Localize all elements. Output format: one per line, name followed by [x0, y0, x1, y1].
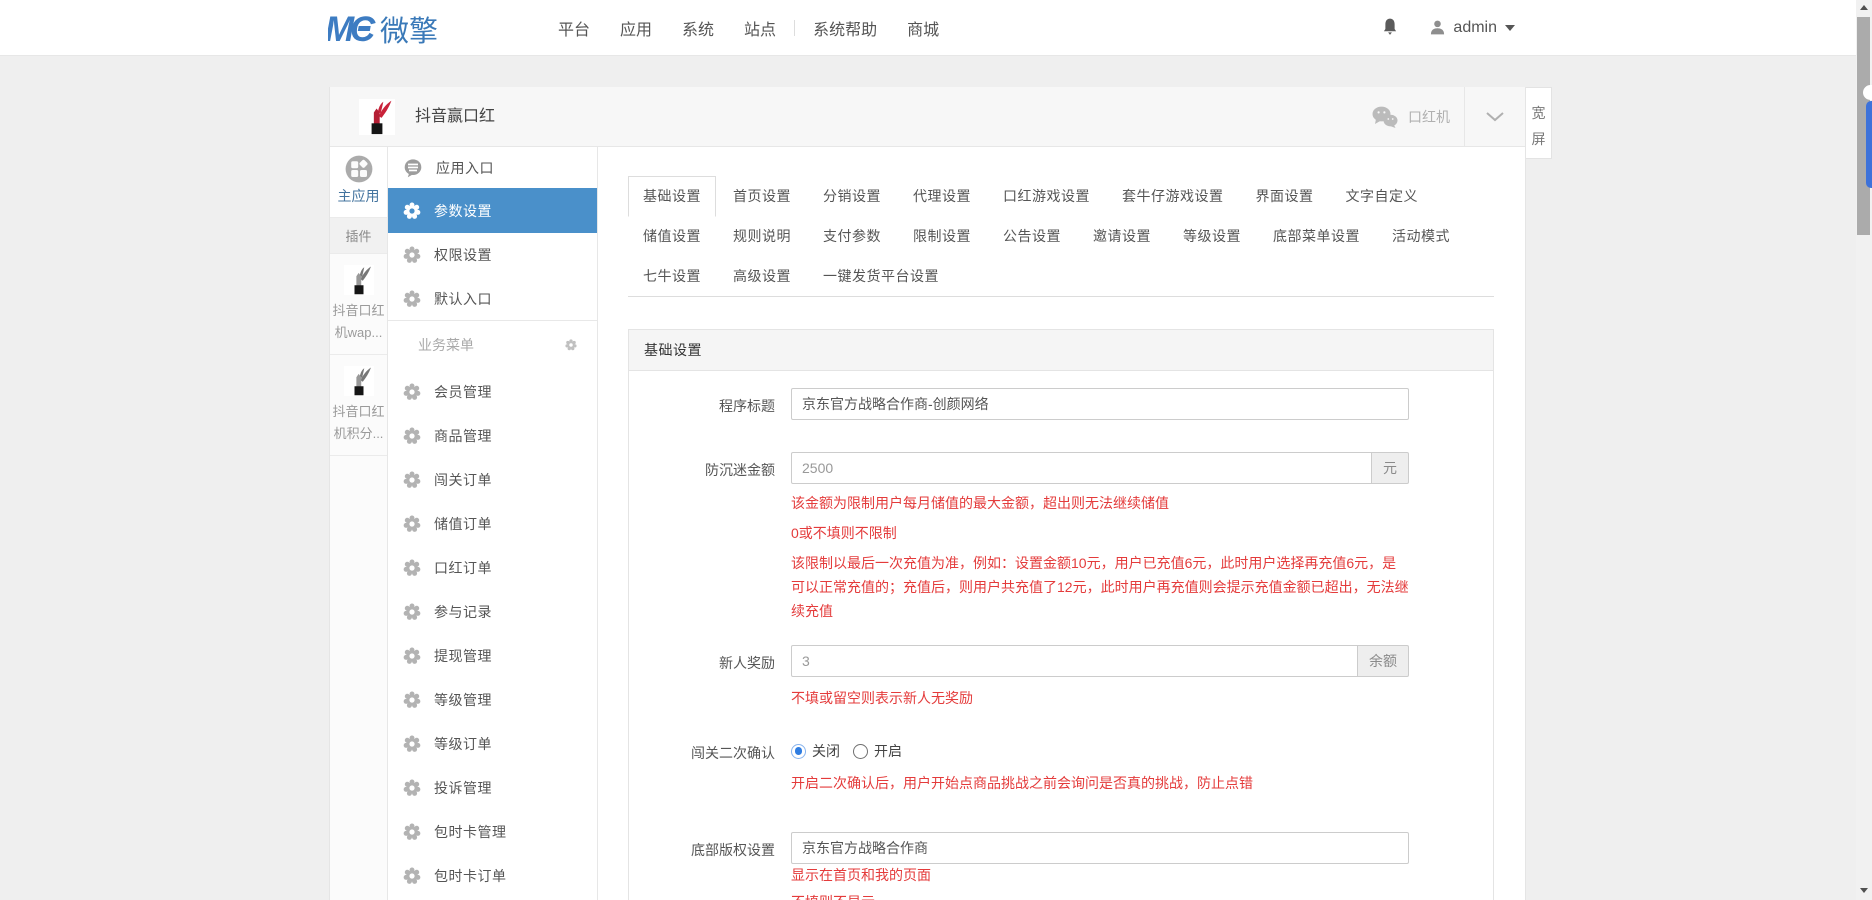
svg-text:微擎: 微擎 [380, 15, 438, 45]
